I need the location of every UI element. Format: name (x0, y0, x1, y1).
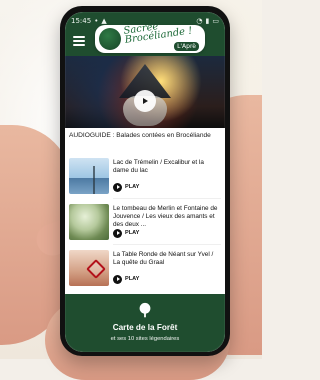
signal-dot-icon: • (94, 17, 99, 25)
item-thumbnail (69, 158, 109, 194)
forest-map-subtitle: et ses 10 sites légendaires (110, 336, 180, 342)
audioguide-list: Lac de Trémelin / Excalibur et la dame d… (65, 154, 225, 294)
audioguide-title: AUDIOGUIDE : Balades contées en Brocélia… (69, 132, 211, 139)
play-icon (116, 185, 120, 189)
hero-image[interactable] (65, 56, 225, 128)
list-item[interactable]: Le tombeau de Merlin et Fontaine de Jouv… (65, 200, 225, 244)
cross-graphic (86, 259, 106, 279)
item-thumbnail (69, 250, 109, 286)
play-icon (143, 98, 148, 104)
play-icon (116, 231, 120, 235)
status-time: 15:45 (71, 17, 92, 25)
top-app-bar: 15:45 • ▲ ◔ ▮ ▭ Sacrée Brocéliande ! L'A… (65, 12, 225, 56)
app-logo[interactable]: Sacrée Brocéliande ! L'Aprè (95, 25, 205, 53)
phone-screen: 15:45 • ▲ ◔ ▮ ▭ Sacrée Brocéliande ! L'A… (65, 12, 225, 352)
item-play[interactable]: PLAY (113, 182, 139, 192)
item-thumbnail (69, 204, 109, 240)
menu-icon[interactable] (73, 36, 85, 46)
play-label: PLAY (125, 276, 140, 282)
item-play[interactable]: PLAY (113, 274, 139, 284)
item-play[interactable]: PLAY (113, 228, 139, 238)
notification-icon: ▲ (101, 17, 107, 25)
play-button[interactable] (134, 90, 156, 112)
play-label: PLAY (125, 184, 140, 190)
status-right: ◔ ▮ ▭ (196, 17, 219, 25)
battery-icon: ▭ (212, 17, 219, 25)
status-left: 15:45 • ▲ (71, 17, 107, 25)
item-title: Le tombeau de Merlin et Fontaine de Jouv… (113, 205, 218, 228)
sword-graphic (93, 166, 95, 194)
divider (113, 244, 221, 245)
item-title: La Table Ronde de Néant sur Yvel / La qu… (113, 251, 214, 266)
list-item[interactable]: Lac de Trémelin / Excalibur et la dame d… (65, 154, 225, 198)
item-title: Lac de Trémelin / Excalibur et la dame d… (113, 159, 204, 174)
tree-logo-icon (99, 28, 121, 50)
wifi-icon: ◔ (196, 17, 203, 25)
play-circle-icon (113, 228, 122, 238)
play-circle-icon (113, 182, 122, 192)
divider (113, 198, 221, 199)
audioguide-header: AUDIOGUIDE : Balades contées en Brocélia… (65, 128, 225, 155)
signal-icon: ▮ (205, 17, 210, 25)
forest-map-title: Carte de la Forêt (112, 323, 178, 332)
logo-badge: L'Aprè (174, 42, 199, 51)
forest-map-cta[interactable]: Carte de la Forêt et ses 10 sites légend… (65, 294, 225, 352)
tree-icon (139, 302, 151, 318)
list-item[interactable]: La Table Ronde de Néant sur Yvel / La qu… (65, 246, 225, 290)
play-icon (116, 277, 120, 281)
play-label: PLAY (125, 230, 140, 236)
play-circle-icon (113, 274, 122, 284)
